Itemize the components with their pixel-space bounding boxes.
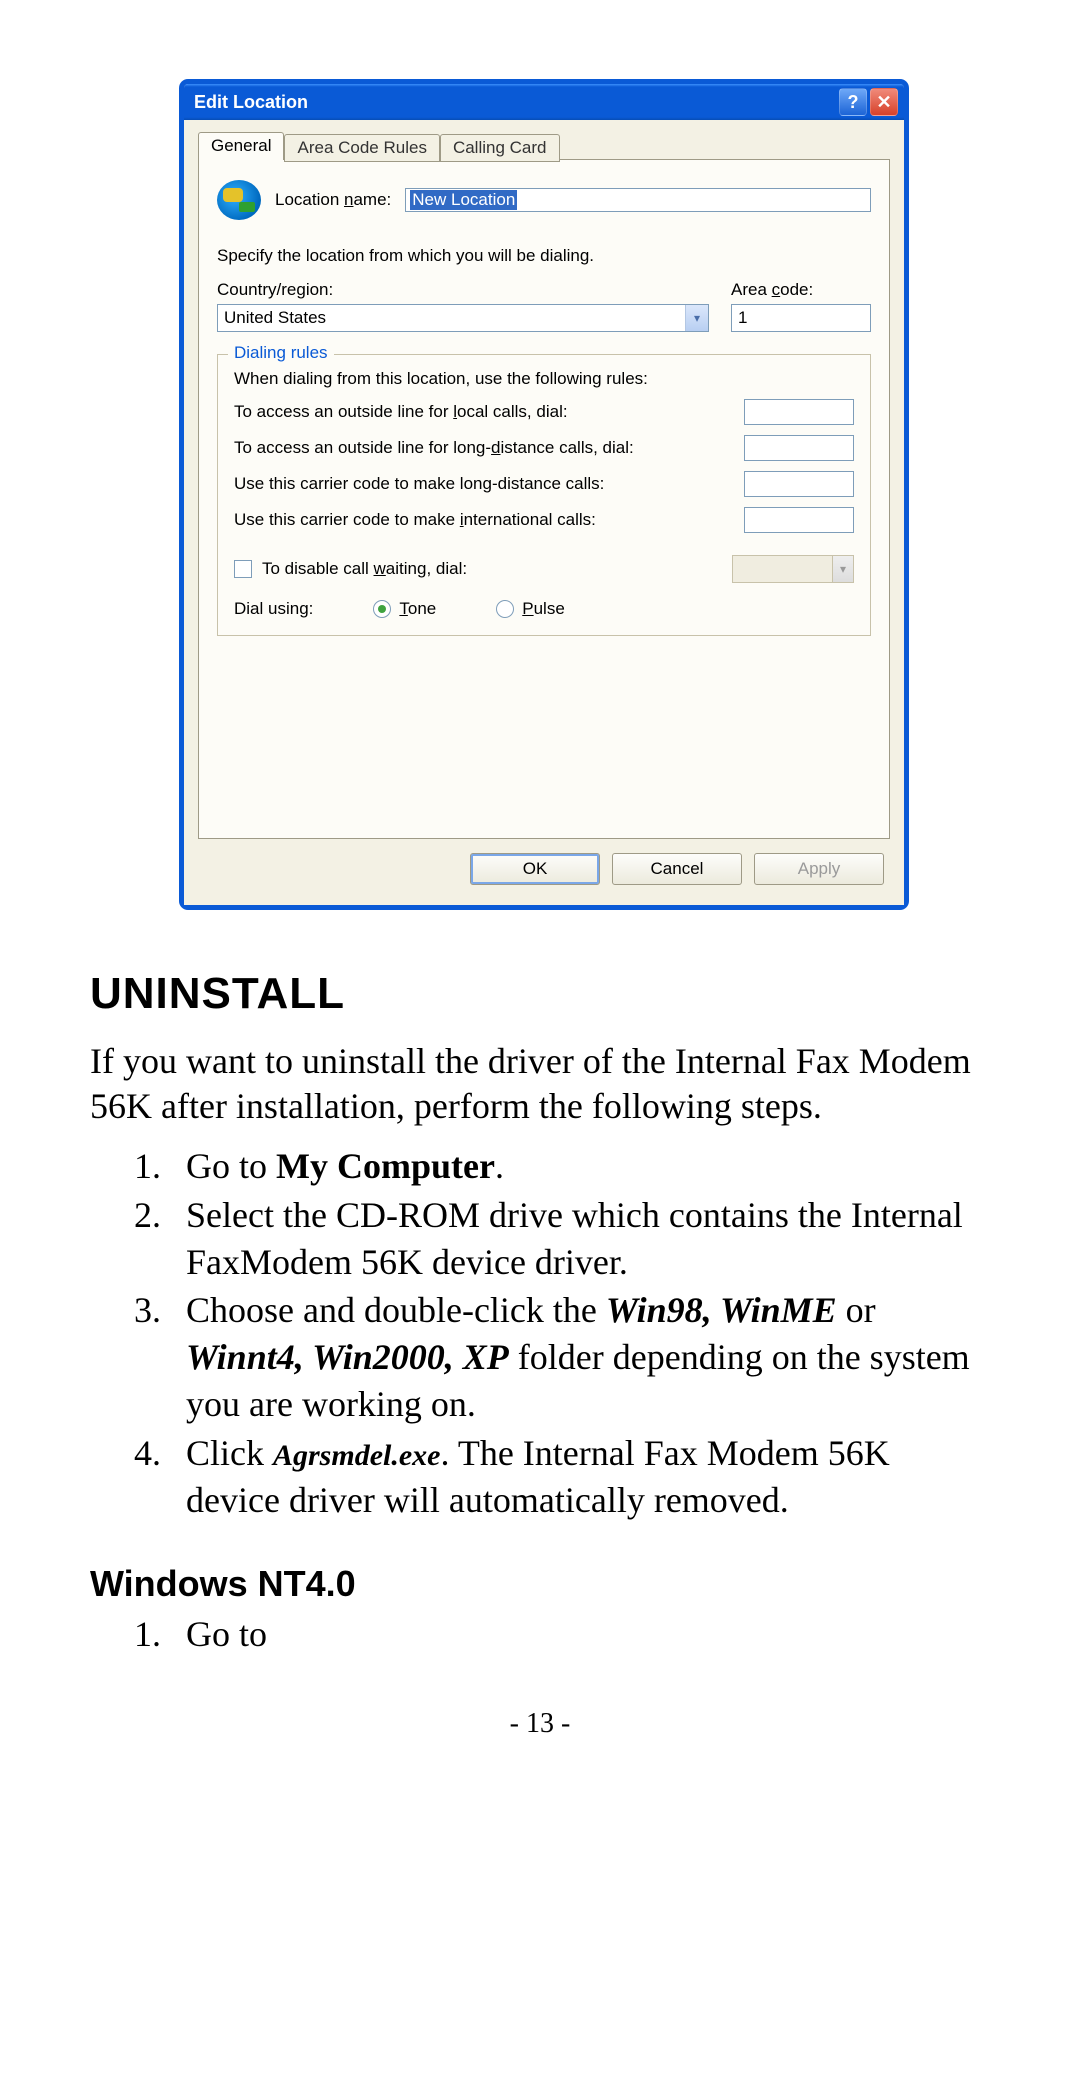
list-item: Click Agrsmdel.exe. The Internal Fax Mod…	[170, 1430, 990, 1524]
call-waiting-combo: ▾	[732, 555, 854, 583]
location-name-input[interactable]: New Location	[405, 188, 871, 212]
ok-button[interactable]: OK	[470, 853, 600, 885]
list-item: Choose and double-click the Win98, WinME…	[170, 1287, 990, 1427]
rules-intro: When dialing from this location, use the…	[234, 369, 854, 389]
tab-panel-general: Location name: New Location Specify the …	[198, 159, 890, 839]
radio-pulse[interactable]	[496, 600, 514, 618]
uninstall-steps: Go to My Computer. Select the CD-ROM dri…	[90, 1143, 990, 1523]
help-icon: ?	[848, 92, 859, 113]
rule-carrier-long-label: Use this carrier code to make long-dista…	[234, 474, 604, 494]
dialog-buttons: OK Cancel Apply	[198, 839, 890, 891]
specify-text: Specify the location from which you will…	[217, 246, 871, 266]
uninstall-paragraph: If you want to uninstall the driver of t…	[90, 1039, 990, 1129]
call-waiting-label: To disable call waiting, dial:	[262, 559, 467, 579]
country-value: United States	[224, 308, 685, 328]
pulse-label: Pulse	[522, 599, 565, 619]
country-label: Country/region:	[217, 280, 709, 300]
nt-steps: Go to	[90, 1611, 990, 1658]
dialing-rules-group: Dialing rules When dialing from this loc…	[217, 354, 871, 636]
tab-calling-card[interactable]: Calling Card	[440, 134, 560, 162]
location-name-value: New Location	[410, 190, 517, 210]
tone-label: Tone	[399, 599, 436, 619]
area-code-input[interactable]: 1	[731, 304, 871, 332]
uninstall-heading: UNINSTALL	[90, 969, 990, 1019]
rule-carrier-intl-input[interactable]	[744, 507, 854, 533]
help-button[interactable]: ?	[839, 88, 867, 116]
call-waiting-checkbox[interactable]	[234, 560, 252, 578]
chevron-down-icon: ▾	[685, 305, 708, 331]
tab-general[interactable]: General	[198, 132, 284, 160]
rule-long-label: To access an outside line for long-dista…	[234, 438, 634, 458]
location-name-label: Location name:	[275, 190, 391, 210]
list-item: Go to My Computer.	[170, 1143, 990, 1190]
cancel-button[interactable]: Cancel	[612, 853, 742, 885]
area-code-value: 1	[738, 308, 747, 328]
rule-long-input[interactable]	[744, 435, 854, 461]
globe-icon	[217, 180, 261, 220]
radio-tone[interactable]	[373, 600, 391, 618]
area-code-label: Area code:	[731, 280, 871, 300]
rule-carrier-intl-label: Use this carrier code to make internatio…	[234, 510, 596, 530]
apply-label: Apply	[798, 859, 841, 879]
rule-local-input[interactable]	[744, 399, 854, 425]
dial-using-label: Dial using:	[234, 599, 313, 619]
tab-strip: General Area Code Rules Calling Card	[198, 132, 890, 160]
dialing-rules-legend: Dialing rules	[228, 343, 334, 363]
apply-button: Apply	[754, 853, 884, 885]
rule-carrier-long-input[interactable]	[744, 471, 854, 497]
rule-local-label: To access an outside line for local call…	[234, 402, 568, 422]
list-item: Select the CD-ROM drive which contains t…	[170, 1192, 990, 1286]
edit-location-dialog: Edit Location ? ✕ General Area Code Rule…	[180, 80, 908, 909]
window-title: Edit Location	[194, 92, 836, 113]
country-combo[interactable]: United States ▾	[217, 304, 709, 332]
page-number: - 13 -	[90, 1708, 990, 1740]
chevron-down-icon: ▾	[832, 556, 853, 582]
close-icon: ✕	[876, 92, 891, 113]
titlebar: Edit Location ? ✕	[184, 84, 904, 120]
close-button[interactable]: ✕	[870, 88, 898, 116]
windows-nt-heading: Windows NT4.0	[90, 1563, 990, 1605]
list-item: Go to	[170, 1611, 990, 1658]
tab-area-code-rules[interactable]: Area Code Rules	[284, 134, 439, 162]
